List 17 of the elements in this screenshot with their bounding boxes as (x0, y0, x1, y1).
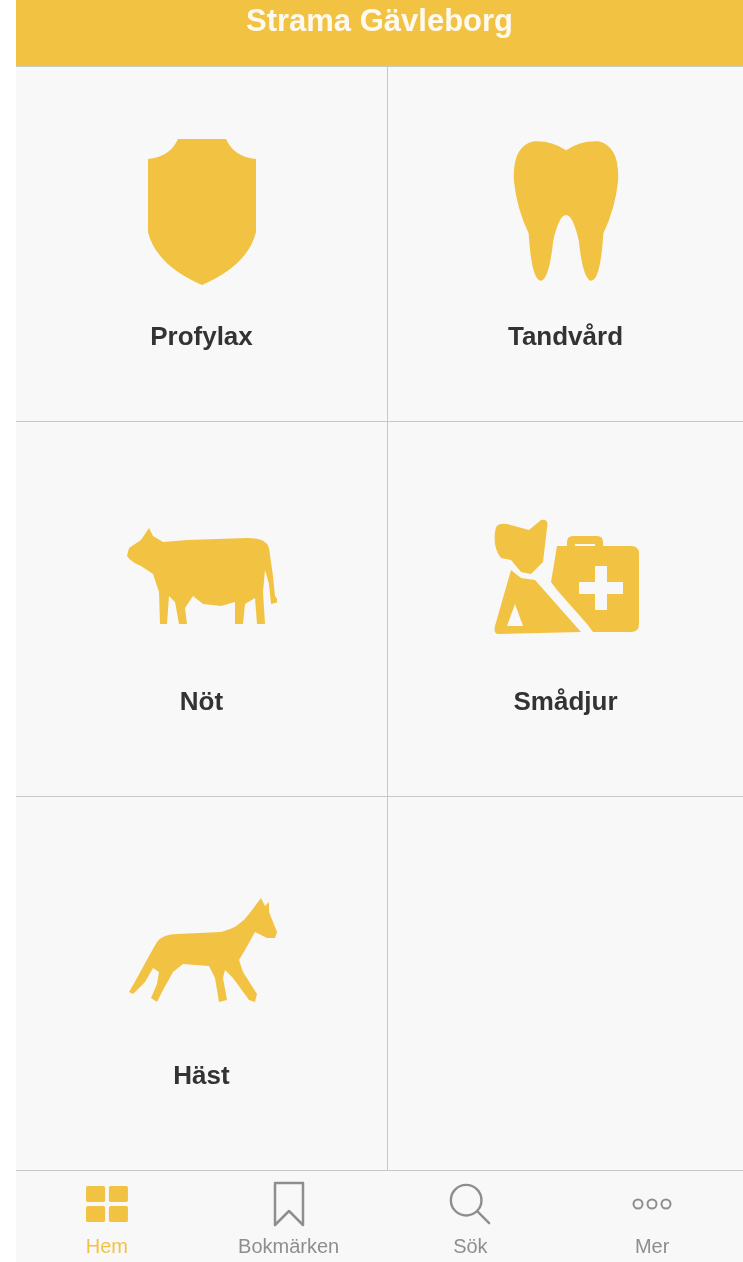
category-tile[interactable]: Profylax (16, 67, 387, 421)
category-tile[interactable]: Smådjur (388, 422, 743, 796)
category-tile[interactable]: Tandvård (388, 67, 743, 421)
search-icon (448, 1182, 493, 1226)
category-label: Tandvård (507, 320, 624, 352)
tooth-icon (511, 139, 620, 284)
app-title: Strama Gävleborg (245, 3, 513, 39)
category-label: Profylax (150, 320, 253, 352)
category-label: Häst (173, 1060, 230, 1091)
bookmark-icon (271, 1181, 306, 1227)
more-icon (632, 1198, 673, 1210)
category-tile[interactable]: Häst (16, 797, 387, 1170)
category-label: Nöt (179, 685, 224, 717)
grid-icon (83, 1184, 130, 1224)
category-tile[interactable]: Nöt (16, 422, 387, 796)
category-label: Smådjur (513, 685, 618, 717)
horse-icon (126, 898, 277, 1004)
